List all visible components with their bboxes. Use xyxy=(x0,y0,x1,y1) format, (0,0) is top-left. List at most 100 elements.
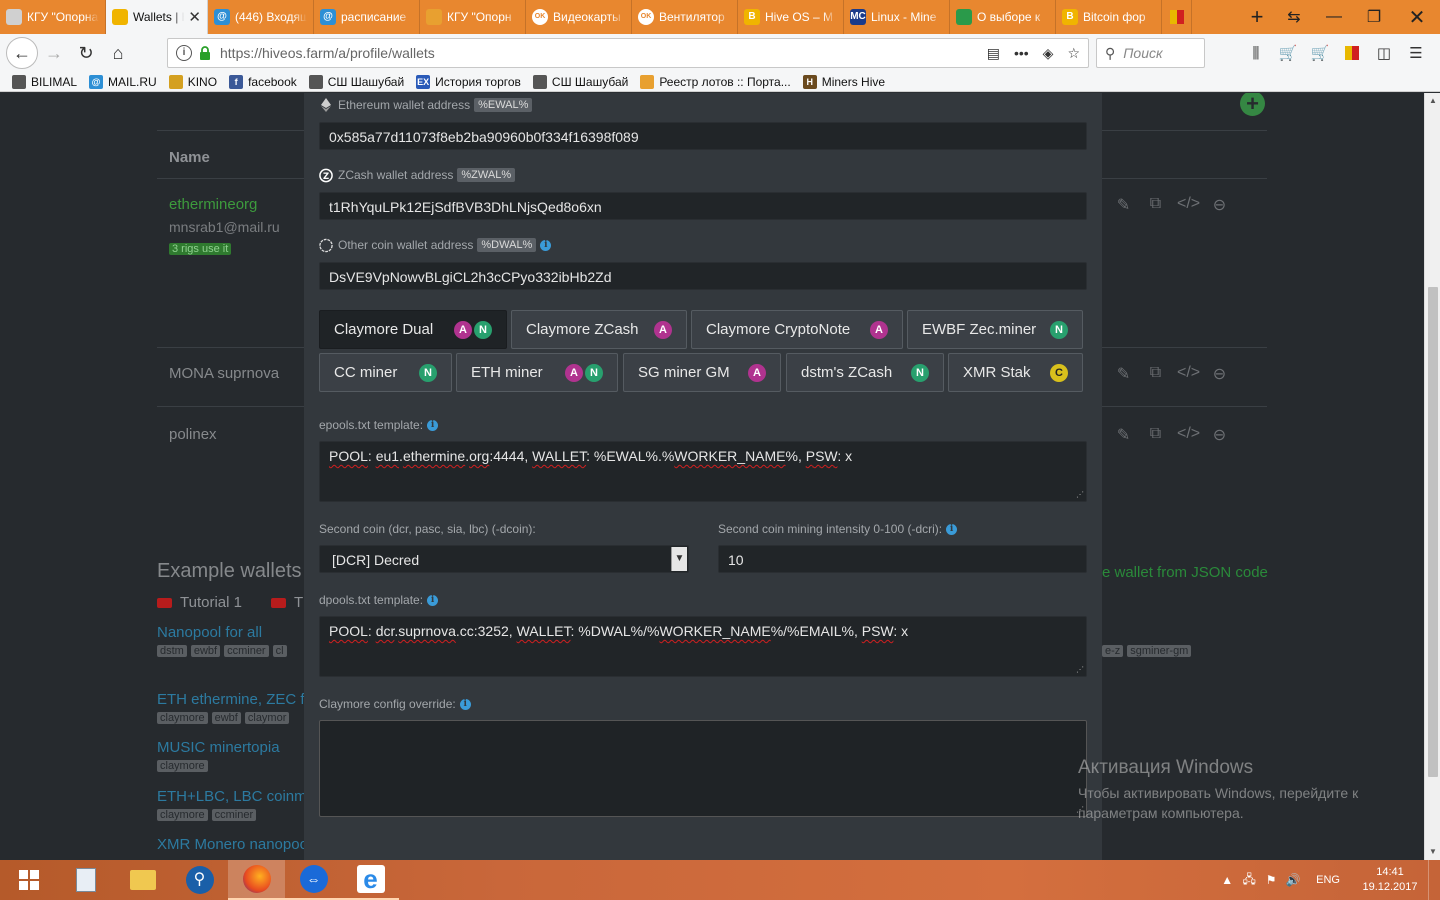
bookmark-item[interactable]: f facebook xyxy=(229,74,297,89)
code-icon[interactable]: </> xyxy=(1177,364,1200,384)
network-icon[interactable]: 🖧 xyxy=(1238,870,1260,891)
miner-option-button[interactable]: XMR Stak C xyxy=(948,353,1083,392)
tab[interactable]: B Hive OS – M xyxy=(738,0,844,34)
url-bar[interactable]: i https://hiveos.farm/a/profile/wallets … xyxy=(167,38,1089,68)
bookmark-star-icon[interactable]: ☆ xyxy=(1067,45,1080,62)
second-coin-select[interactable]: [DCR] Decred ▼ xyxy=(319,545,689,573)
teamviewer-icon[interactable]: ⇔ xyxy=(285,860,342,900)
bookmark-item[interactable]: H Miners Hive xyxy=(802,74,885,89)
file-explorer-icon[interactable] xyxy=(114,860,171,900)
bookmark-item[interactable]: KINO xyxy=(168,74,217,89)
cart-icon-2[interactable]: 🛒 xyxy=(1304,38,1336,68)
scrollbar-thumb[interactable] xyxy=(1428,287,1438,777)
eth-wallet-input[interactable]: 0x585a77d11073f8eb2ba90960b0f334f16398f0… xyxy=(319,122,1087,150)
intensity-input[interactable]: 10 xyxy=(718,545,1087,573)
restore-button[interactable]: ❐ xyxy=(1354,0,1394,34)
import-json-link[interactable]: e wallet from JSON code xyxy=(1102,564,1268,581)
show-desktop-button[interactable] xyxy=(1428,860,1440,900)
example-wallet-link[interactable]: XMR Monero nanopoo xyxy=(157,836,308,853)
tab[interactable]: КГУ "Опорная ш xyxy=(0,0,106,34)
miner-option-button[interactable]: CC miner N xyxy=(319,353,452,392)
bookmark-item[interactable]: Реестр лотов :: Порта... xyxy=(640,74,791,89)
tab-list-icon[interactable]: ⇆ xyxy=(1274,0,1314,34)
copy-icon[interactable]: ⧉ xyxy=(1145,425,1166,445)
remove-icon[interactable]: ⊖ xyxy=(1209,364,1230,384)
bookmark-item[interactable]: СШ Шашубай xyxy=(308,74,404,89)
sidebar-icon[interactable]: ◫ xyxy=(1368,38,1400,68)
tab[interactable]: B Bitcoin фор xyxy=(1056,0,1162,34)
menu-icon[interactable]: ☰ xyxy=(1400,38,1432,68)
wallet-name[interactable]: MONA suprnova xyxy=(169,365,279,382)
tab[interactable]: OK Вентилятор xyxy=(632,0,738,34)
miner-option-button[interactable]: Claymore ZCash A xyxy=(511,310,687,349)
copy-icon[interactable]: ⧉ xyxy=(1145,364,1166,384)
tab[interactable]: @ (446) Входящ xyxy=(208,0,314,34)
internet-explorer-icon[interactable]: e xyxy=(342,860,399,900)
tab[interactable]: КГУ "Опорн xyxy=(420,0,526,34)
edit-icon[interactable]: ✎ xyxy=(1113,425,1134,445)
wallet-name[interactable]: polinex xyxy=(169,426,217,443)
resize-grip-icon[interactable]: ⋰ xyxy=(1076,491,1084,499)
bookmark-item[interactable]: СШ Шашубай xyxy=(532,74,628,89)
reader-view-icon[interactable]: ▤ xyxy=(987,45,1000,62)
site-info-icon[interactable]: i xyxy=(176,45,192,61)
start-button[interactable] xyxy=(0,860,57,900)
info-icon[interactable]: i xyxy=(540,239,552,251)
bookmark-item[interactable]: EX История торгов xyxy=(416,74,521,89)
bookmark-item[interactable]: @ MAIL.RU xyxy=(89,74,157,89)
forward-button[interactable]: → xyxy=(38,38,70,68)
miner-option-button[interactable]: Claymore CryptoNote A xyxy=(691,310,903,349)
info-icon[interactable]: i xyxy=(427,419,439,431)
example-wallet-link[interactable]: ETH+LBC, LBC coinmi xyxy=(157,788,310,805)
scroll-up-icon[interactable]: ▲ xyxy=(1425,93,1440,109)
page-actions-icon[interactable]: ••• xyxy=(1014,45,1029,61)
epools-textarea[interactable]: POOL: eu1.ethermine.org:4444, WALLET: %E… xyxy=(319,441,1087,502)
tutorial-link[interactable]: Tutorial 1 xyxy=(157,594,242,611)
zcash-wallet-input[interactable]: t1RhYquLPk12EjSdfBVB3DhLNjsQed8o6xn xyxy=(319,192,1087,220)
remove-icon[interactable]: ⊖ xyxy=(1209,195,1230,215)
info-icon[interactable]: i xyxy=(427,594,439,606)
miner-option-button[interactable]: dstm's ZCash N xyxy=(786,353,944,392)
info-icon[interactable]: i xyxy=(459,698,471,710)
tray-expand-icon[interactable]: ▲ xyxy=(1216,873,1238,887)
code-icon[interactable]: </> xyxy=(1177,195,1200,215)
search-input[interactable]: ⚲ Поиск xyxy=(1096,38,1205,68)
pinned-flag-tab[interactable] xyxy=(1162,0,1192,34)
back-button[interactable]: ← xyxy=(6,37,38,69)
tab[interactable]: @ расписание xyxy=(314,0,420,34)
library-icon[interactable]: ⫼ xyxy=(1240,38,1272,68)
example-wallet-link[interactable]: MUSIC minertopia xyxy=(157,739,280,756)
remove-icon[interactable]: ⊖ xyxy=(1209,425,1230,445)
cart-icon[interactable]: 🛒 xyxy=(1272,38,1304,68)
reload-button[interactable]: ↻ xyxy=(70,38,102,68)
search-app-icon[interactable]: ⚲ xyxy=(171,860,228,900)
volume-icon[interactable]: 🔊 xyxy=(1282,873,1304,887)
tab[interactable]: О выборе к xyxy=(950,0,1056,34)
tab[interactable]: OK Видеокарты xyxy=(526,0,632,34)
tab[interactable]: MC Linux - Mine xyxy=(844,0,950,34)
close-tab-icon[interactable]: ✕ xyxy=(188,8,201,26)
page-scrollbar[interactable]: ▲ ▼ xyxy=(1424,93,1440,860)
edit-icon[interactable]: ✎ xyxy=(1113,364,1134,384)
tab-active[interactable]: Wallets | H ✕ xyxy=(106,0,208,34)
code-icon[interactable]: </> xyxy=(1177,425,1200,445)
scroll-down-icon[interactable]: ▼ xyxy=(1425,844,1440,860)
example-wallet-link[interactable]: Nanopool for all xyxy=(157,624,262,641)
firefox-icon[interactable] xyxy=(228,860,285,900)
flag-icon[interactable] xyxy=(1336,38,1368,68)
miner-option-button[interactable]: EWBF Zec.miner N xyxy=(907,310,1083,349)
edit-icon[interactable]: ✎ xyxy=(1113,195,1134,215)
wallet-name[interactable]: ethermineorg xyxy=(169,196,257,213)
chevron-down-icon[interactable]: ▼ xyxy=(671,547,687,571)
home-button[interactable]: ⌂ xyxy=(102,38,134,68)
clock[interactable]: 14:41 19.12.2017 xyxy=(1356,865,1424,895)
claymore-override-textarea[interactable]: ⋰ xyxy=(319,720,1087,817)
other-wallet-input[interactable]: DsVE9VpNowvBLgiCL2h3cCPyo332ibHb2Zd xyxy=(319,262,1087,290)
copy-icon[interactable]: ⧉ xyxy=(1145,195,1166,215)
action-center-icon[interactable]: ⚑ xyxy=(1260,873,1282,887)
dpools-textarea[interactable]: POOL: dcr.suprnova.cc:3252, WALLET: %DWA… xyxy=(319,616,1087,677)
miner-option-button[interactable]: SG miner GM A xyxy=(623,353,781,392)
miner-option-button[interactable]: Claymore Dual A N xyxy=(319,310,507,349)
pocket-icon[interactable]: ◈ xyxy=(1043,45,1054,62)
tutorial-link[interactable]: T xyxy=(271,594,303,611)
